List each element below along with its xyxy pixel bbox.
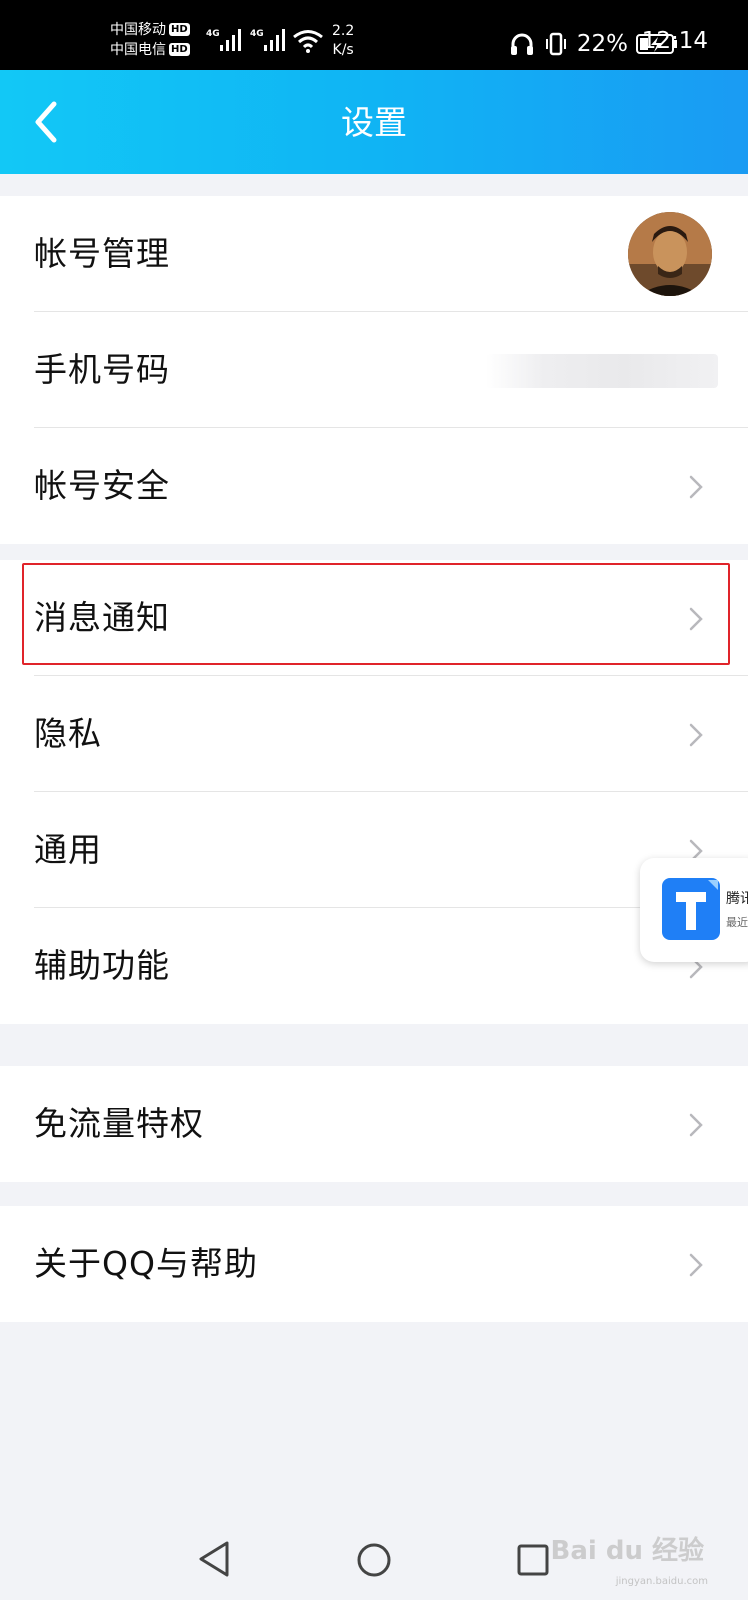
chevron-right-icon: [689, 1113, 703, 1137]
status-bar: 中国移动 HD 中国电信 HD 4G 4G 2.2 K/s 22% 12:14: [0, 0, 748, 70]
page-title: 设置: [341, 103, 407, 142]
system-nav-bar: Bai du 经验 jingyan.baidu.com: [0, 1500, 748, 1600]
row-label: 消息通知: [34, 598, 170, 637]
floating-card-subtitle: 最近: [726, 916, 748, 929]
row-label: 免流量特权: [34, 1104, 204, 1143]
baidu-watermark: Bai du 经验: [550, 1536, 705, 1566]
vibrate-icon: [545, 32, 566, 56]
settings-group-about: 关于QQ与帮助: [0, 1206, 748, 1322]
settings-group-account: 帐号管理 手机号码 帐号安全: [0, 196, 748, 544]
nav-back-icon[interactable]: [197, 1540, 231, 1578]
row-label: 帐号安全: [34, 466, 170, 505]
chevron-right-icon: [689, 1253, 703, 1277]
settings-row-data-free-privilege[interactable]: 免流量特权: [0, 1066, 748, 1182]
nav-recent-apps-icon[interactable]: [516, 1543, 550, 1577]
row-label: 辅助功能: [34, 946, 170, 985]
blurred-phone-value: [486, 354, 718, 388]
settings-row-message-notification[interactable]: 消息通知: [0, 560, 748, 676]
hd-badge: HD: [169, 23, 190, 36]
settings-group-data-free: 免流量特权: [0, 1066, 748, 1182]
settings-row-privacy[interactable]: 隐私: [0, 676, 748, 792]
settings-row-accessibility[interactable]: 辅助功能: [0, 908, 748, 1024]
header-bar: 设置: [0, 70, 748, 174]
settings-row-phone-number[interactable]: 手机号码: [0, 312, 748, 428]
settings-group-general: 消息通知 隐私 通用 辅助功能: [0, 560, 748, 1024]
wifi-icon: [293, 30, 323, 53]
chevron-right-icon: [689, 723, 703, 747]
row-label: 通用: [34, 830, 102, 869]
chevron-right-icon: [689, 475, 703, 499]
headphones-icon: [510, 33, 533, 55]
carrier-2: 中国电信: [110, 42, 166, 58]
chevron-right-icon: [689, 607, 703, 631]
row-label: 隐私: [34, 714, 102, 753]
nav-home-icon[interactable]: [356, 1542, 392, 1578]
hd-badge: HD: [169, 43, 190, 56]
avatar[interactable]: [628, 212, 712, 296]
watermark-url: jingyan.baidu.com: [615, 1576, 708, 1587]
floating-app-card[interactable]: 腾讯 最近: [640, 858, 748, 962]
tencent-app-icon: [662, 878, 720, 940]
settings-row-general[interactable]: 通用: [0, 792, 748, 908]
battery-percent: 22%: [576, 31, 628, 57]
network-speed: 2.2 K/s: [332, 23, 355, 58]
settings-row-about-qq-help[interactable]: 关于QQ与帮助: [0, 1206, 748, 1322]
settings-row-account-security[interactable]: 帐号安全: [0, 428, 748, 544]
carrier-1: 中国移动: [110, 22, 166, 38]
settings-row-account-management[interactable]: 帐号管理: [0, 196, 748, 312]
carrier-info: 中国移动 HD 中国电信 HD: [110, 20, 190, 60]
row-label: 手机号码: [34, 350, 170, 389]
clock: 12:14: [641, 28, 708, 54]
row-label: 帐号管理: [34, 234, 170, 273]
floating-card-title: 腾讯: [726, 891, 748, 907]
row-label: 关于QQ与帮助: [34, 1244, 258, 1283]
